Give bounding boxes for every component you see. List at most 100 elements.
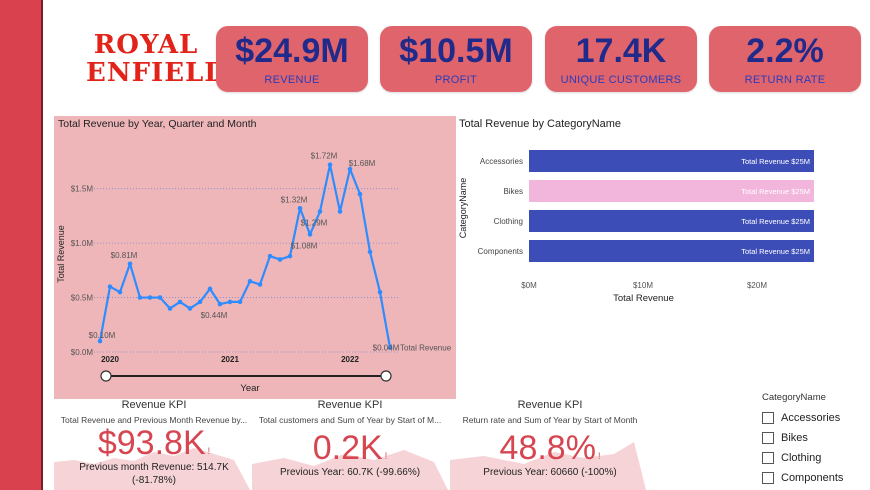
bar-chart-title: Total Revenue by CategoryName (459, 118, 622, 130)
data-label: $0.81M (111, 251, 138, 260)
kpi-alert-icon: ! (207, 446, 211, 456)
data-point (107, 284, 113, 289)
data-point (257, 282, 263, 287)
range-slider-handle-start[interactable] (100, 370, 112, 382)
data-label: $1.29M (301, 219, 328, 228)
data-point (207, 286, 213, 292)
kpi-previous-change: (-81.78%) (132, 475, 176, 486)
data-point (137, 295, 143, 300)
data-point (297, 205, 303, 211)
kpi-value: 0.2K (312, 429, 383, 467)
kpi-value-wrap: $93.8K! (56, 424, 252, 462)
x-tick-label: $20M (747, 281, 767, 290)
data-point (367, 249, 373, 255)
left-accent-bar (0, 0, 43, 490)
left-accent-divider (41, 0, 43, 490)
data-point (117, 289, 123, 295)
slicer-item-accessories[interactable]: Accessories (762, 409, 866, 427)
data-point (287, 253, 293, 259)
profit-label: PROFIT (434, 74, 478, 86)
revenue-label: REVENUE (264, 74, 320, 86)
data-label: $0.04M (373, 344, 400, 353)
revenue-card[interactable]: $24.9M REVENUE (216, 26, 368, 92)
x-tick-label: $0M (521, 281, 537, 290)
kpi-card-revenue[interactable]: Revenue KPI Total Revenue and Previous M… (56, 399, 252, 486)
y-tick-label: $1.5M (71, 185, 94, 194)
bar-value-label: Total Revenue $25M (741, 247, 810, 256)
range-slider-handle-end[interactable] (380, 370, 392, 382)
checkbox-icon[interactable] (762, 452, 774, 464)
data-point (127, 261, 133, 267)
category-bar-chart: Accessories Total Revenue $25M Bikes Total … (458, 150, 814, 304)
data-point (237, 299, 243, 305)
kpi-card-customers[interactable]: Revenue KPI Total customers and Sum of Y… (252, 399, 448, 478)
kpi-title: Revenue KPI (317, 399, 383, 411)
x-tick-label: $10M (633, 281, 653, 290)
x-axis-title: Year (240, 383, 259, 394)
slicer-item-components[interactable]: Components (762, 469, 866, 487)
kpi-subtitle: Total customers and Sum of Year by Start… (258, 415, 442, 425)
bar-value-label: Total Revenue $25M (741, 187, 810, 196)
revenue-line (98, 163, 392, 348)
x-tick-label: 2022 (341, 355, 359, 364)
kpi-alert-icon: ! (384, 451, 388, 461)
data-label: $1.08M (291, 241, 318, 250)
data-point (167, 306, 173, 311)
logo-line-2: ENFIELD (86, 58, 228, 88)
bar-value-label: Total Revenue $25M (741, 157, 810, 166)
y-tick-label: $0.0M (71, 348, 94, 357)
slicer-item-label: Accessories (781, 412, 841, 424)
unique-customers-card[interactable]: 17.4K UNIQUE CUSTOMERS (545, 26, 697, 92)
kpi-previous: Previous Year: 60660 (-100%) (483, 467, 617, 478)
kpi-value-wrap: 48.8%! (452, 429, 648, 467)
slicer-item-label: Clothing (781, 452, 822, 464)
slicer-item-bikes[interactable]: Bikes (762, 429, 866, 447)
data-label: $0.44M (201, 311, 228, 320)
unique-customers-label: UNIQUE CUSTOMERS (560, 74, 682, 86)
kpi-previous: Previous Year: 60.7K (-99.66%) (279, 467, 421, 478)
profit-card[interactable]: $10.5M PROFIT (380, 26, 532, 92)
data-point (307, 232, 313, 237)
slicer-item-clothing[interactable]: Clothing (762, 449, 866, 467)
kpi-value-wrap: 0.2K! (252, 429, 448, 467)
category-label: Accessories (480, 157, 523, 166)
data-point (227, 299, 233, 305)
y-tick-label: $0.5M (71, 294, 94, 303)
data-label: $0.10M (89, 331, 116, 340)
y-axis-title: Total Revenue (56, 225, 66, 283)
data-point (247, 278, 253, 284)
kpi-value: 48.8% (499, 429, 596, 467)
data-point (337, 209, 343, 214)
return-rate-label: RETURN RATE (744, 74, 826, 86)
data-point (277, 257, 283, 262)
data-point (267, 253, 273, 259)
x-tick-label: 2020 (101, 355, 119, 364)
category-label: Clothing (494, 217, 523, 226)
data-point (177, 299, 183, 305)
kpi-subtitle: Return rate and Sum of Year by Start of … (462, 415, 638, 425)
slicer-title: CategoryName (762, 392, 826, 403)
kpi-title: Revenue KPI (517, 399, 583, 411)
category-label: Bikes (503, 187, 523, 196)
data-point (317, 209, 323, 214)
return-rate-card[interactable]: 2.2% RETURN RATE (709, 26, 861, 92)
data-point (147, 295, 153, 300)
data-point (187, 306, 193, 311)
profit-value: $10.5M (399, 32, 513, 70)
kpi-alert-icon: ! (597, 451, 601, 461)
return-rate-value: 2.2% (746, 32, 824, 70)
revenue-line-chart: $0.0M $0.5M $1.0M $1.5M 2020 2021 2022 Total Re… (56, 152, 452, 394)
checkbox-icon[interactable] (762, 412, 774, 424)
royal-enfield-logo: ROYAL ENFIELD (86, 28, 228, 90)
data-label: $1.72M (311, 152, 338, 161)
data-point (377, 289, 383, 295)
data-label: $1.68M (349, 159, 376, 168)
kpi-card-return-rate[interactable]: Revenue KPI Return rate and Sum of Year … (452, 399, 648, 478)
kpi-title: Revenue KPI (121, 399, 187, 411)
checkbox-icon[interactable] (762, 432, 774, 444)
data-point (357, 191, 363, 197)
checkbox-icon[interactable] (762, 472, 774, 484)
slicer-item-label: Bikes (781, 432, 808, 444)
data-point (157, 295, 163, 300)
unique-customers-value: 17.4K (575, 32, 667, 70)
